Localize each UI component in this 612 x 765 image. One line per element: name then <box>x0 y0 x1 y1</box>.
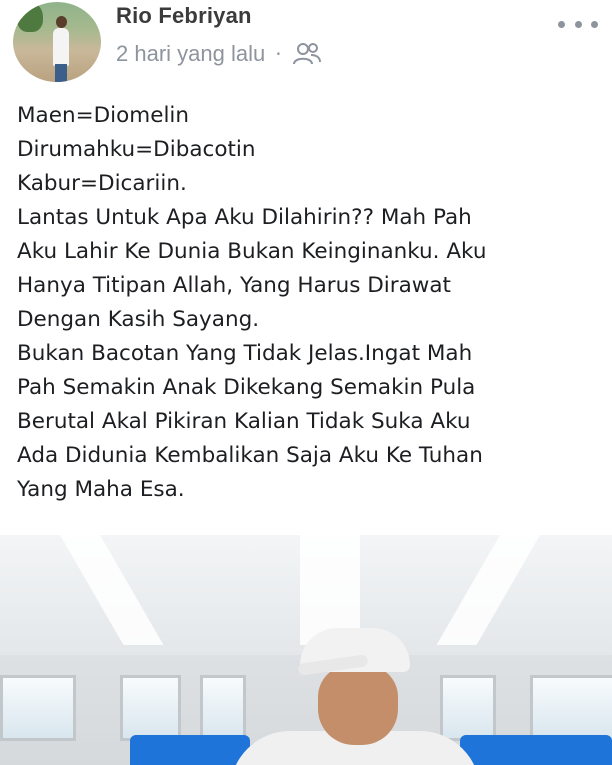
post-text-line: Yang Maha Esa. <box>17 477 185 502</box>
post-text-line: Hanya Titipan Allah, Yang Harus Dirawat <box>17 273 451 298</box>
post-text-line: Dirumahku=Dibacotin <box>17 137 256 162</box>
post-text-line: Aku Lahir Ke Dunia Bukan Keinginanku. Ak… <box>17 239 487 264</box>
seat <box>130 735 250 765</box>
post-text-line: Berutal Akal Pikiran Kalian Tidak Suka A… <box>17 409 471 434</box>
post-text-line: Ada Didunia Kembalikan Saja Aku Ke Tuhan <box>17 443 483 468</box>
meta-separator: · <box>275 42 282 66</box>
more-dots-icon <box>558 20 565 28</box>
post-text-line: Bukan Bacotan Yang Tidak Jelas.Ingat Mah <box>17 341 473 366</box>
avatar-figure-head <box>56 16 67 28</box>
seat <box>460 735 612 765</box>
friends-icon[interactable] <box>292 41 322 67</box>
person-face <box>318 665 398 745</box>
post-text-line: Kabur=Dicariin. <box>17 171 187 196</box>
post-photo[interactable] <box>0 535 612 765</box>
post-text-line: Maen=Diomelin <box>17 103 190 128</box>
author-avatar[interactable] <box>13 2 101 82</box>
avatar-tree <box>17 2 43 32</box>
more-dots-icon <box>574 20 582 28</box>
post-timestamp[interactable]: 2 hari yang lalu <box>116 41 265 67</box>
avatar-figure-body <box>53 28 69 66</box>
more-options-button[interactable] <box>558 14 598 34</box>
post-text: Maen=Diomelin Dirumahku=Dibacotin Kabur=… <box>17 99 607 507</box>
post-meta: 2 hari yang lalu · <box>116 41 322 67</box>
post-text-line: Lantas Untuk Apa Aku Dilahirin?? Mah Pah <box>17 205 472 230</box>
post-text-line: Dengan Kasih Sayang. <box>17 307 260 332</box>
post-text-line: Pah Semakin Anak Dikekang Semakin Pula <box>17 375 476 400</box>
author-name[interactable]: Rio Febriyan <box>116 3 252 29</box>
post-header: Rio Febriyan 2 hari yang lalu · <box>0 0 612 90</box>
more-dots-icon <box>591 20 598 28</box>
avatar-figure-legs <box>55 64 67 82</box>
